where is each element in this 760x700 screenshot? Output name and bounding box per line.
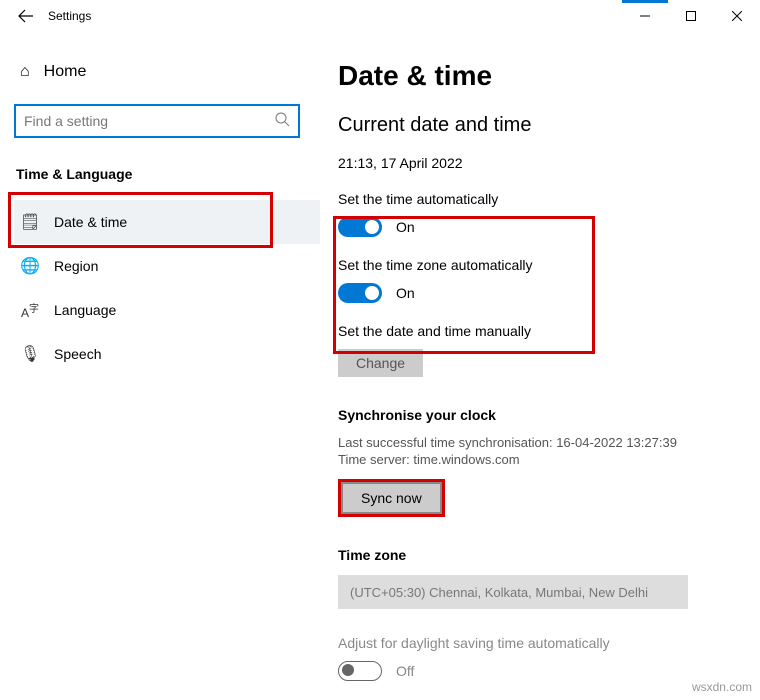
sync-last: Last successful time synchronisation: 16…: [338, 435, 730, 450]
highlight-box: Sync now: [338, 479, 445, 517]
minimize-icon: [640, 11, 650, 21]
timezone-heading: Time zone: [338, 547, 730, 563]
close-icon: [732, 11, 742, 21]
auto-tz-toggle[interactable]: [338, 283, 382, 303]
nav-label: Date & time: [54, 214, 127, 230]
nav-item-language[interactable]: A字 Language: [14, 288, 320, 332]
minimize-button[interactable]: [622, 0, 668, 32]
sidebar: ⌂ Home Time & Language 🗒 Date & time 🌐 R…: [0, 32, 330, 700]
home-label: Home: [44, 63, 87, 81]
maximize-icon: [686, 11, 696, 21]
watermark: wsxdn.com: [692, 680, 752, 694]
app-title: Settings: [48, 9, 91, 23]
maximize-button[interactable]: [668, 0, 714, 32]
nav-item-speech[interactable]: 🎙 Speech: [14, 332, 320, 376]
dst-toggle: [338, 661, 382, 681]
home-nav[interactable]: ⌂ Home: [14, 52, 320, 92]
nav-item-region[interactable]: 🌐 Region: [14, 244, 320, 288]
search-input[interactable]: [24, 113, 274, 129]
back-button[interactable]: [10, 0, 42, 32]
page-subtitle: Current date and time: [338, 114, 730, 137]
auto-time-toggle[interactable]: [338, 217, 382, 237]
search-icon: [274, 111, 290, 132]
calendar-clock-icon: 🗒: [20, 212, 40, 232]
sync-heading: Synchronise your clock: [338, 407, 730, 423]
change-button: Change: [338, 349, 423, 377]
dst-label: Adjust for daylight saving time automati…: [338, 635, 730, 651]
manual-label: Set the date and time manually: [338, 323, 730, 339]
globe-icon: 🌐: [20, 256, 40, 276]
main-content: Date & time Current date and time 21:13,…: [330, 32, 760, 700]
home-icon: ⌂: [20, 63, 30, 81]
search-box[interactable]: [14, 104, 300, 138]
auto-time-state: On: [396, 219, 415, 235]
sync-now-button[interactable]: Sync now: [341, 482, 442, 514]
title-bar: Settings: [0, 0, 760, 32]
current-datetime: 21:13, 17 April 2022: [338, 155, 730, 171]
window-controls: [622, 0, 760, 32]
nav-label: Speech: [54, 346, 101, 362]
timezone-dropdown[interactable]: (UTC+05:30) Chennai, Kolkata, Mumbai, Ne…: [338, 575, 688, 609]
microphone-icon: 🎙: [20, 344, 40, 364]
close-button[interactable]: [714, 0, 760, 32]
sync-server: Time server: time.windows.com: [338, 452, 730, 467]
nav-label: Region: [54, 258, 98, 274]
section-title: Time & Language: [16, 166, 320, 182]
language-icon: A字: [20, 300, 40, 320]
nav-label: Language: [54, 302, 116, 318]
timezone-value: (UTC+05:30) Chennai, Kolkata, Mumbai, Ne…: [350, 585, 648, 600]
nav-list: 🗒 Date & time 🌐 Region A字 Language 🎙 Spe…: [14, 200, 320, 376]
dst-state: Off: [396, 663, 414, 679]
auto-tz-state: On: [396, 285, 415, 301]
auto-tz-label: Set the time zone automatically: [338, 257, 730, 273]
back-arrow-icon: [18, 8, 34, 24]
nav-item-date-time[interactable]: 🗒 Date & time: [14, 200, 320, 244]
auto-time-label: Set the time automatically: [338, 191, 730, 207]
page-title: Date & time: [338, 60, 730, 92]
